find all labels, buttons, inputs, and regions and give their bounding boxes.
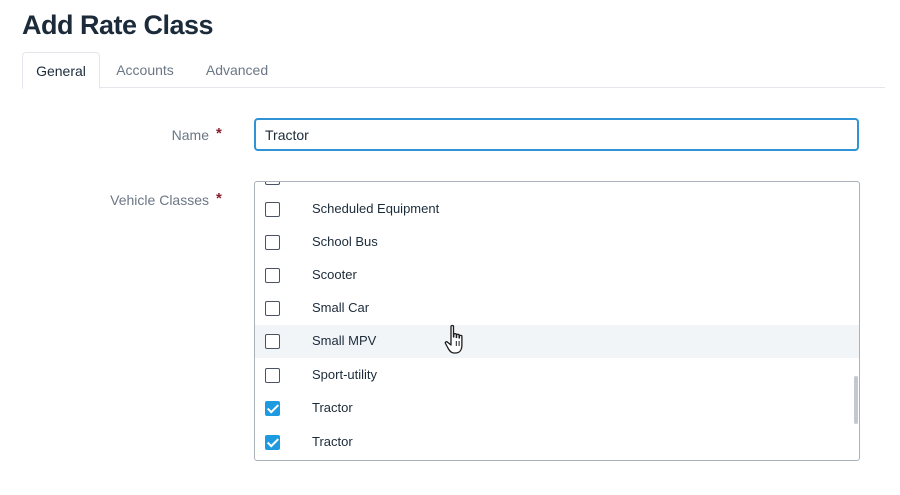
- list-item-label: Sport-utility: [312, 367, 378, 382]
- checkbox-checked[interactable]: [265, 401, 280, 416]
- checkbox[interactable]: [265, 235, 280, 250]
- list-item-sport-utility[interactable]: Sport-utility: [255, 359, 859, 392]
- list-item-label: Scheduled Equipment: [312, 201, 440, 216]
- list-item-label: Small MPV: [312, 333, 377, 348]
- name-required-mark: *: [216, 125, 222, 142]
- list-item-tractor[interactable]: Tractor: [255, 426, 859, 459]
- vehicle-classes-required-mark: *: [216, 190, 222, 207]
- checkbox-partial[interactable]: [265, 182, 280, 185]
- list-item-label: Tractor: [312, 400, 353, 415]
- checkbox[interactable]: [265, 202, 280, 217]
- list-item-school-bus[interactable]: School Bus: [255, 226, 859, 259]
- tab-advanced[interactable]: Advanced: [194, 52, 280, 88]
- list-item-label: Small Car: [312, 300, 370, 315]
- checkbox[interactable]: [265, 368, 280, 383]
- tab-bar: General Accounts Advanced: [22, 52, 885, 89]
- vehicle-classes-list[interactable]: Scheduled Equipment School Bus Scooter S…: [254, 181, 860, 461]
- name-label: Name: [171, 127, 209, 143]
- tab-general[interactable]: General: [22, 52, 100, 89]
- list-item-label: School Bus: [312, 234, 378, 249]
- checkbox[interactable]: [265, 301, 280, 316]
- vehicle-classes-label: Vehicle Classes: [110, 192, 209, 208]
- tab-accounts[interactable]: Accounts: [104, 52, 186, 88]
- page-title: Add Rate Class: [22, 10, 214, 40]
- name-input[interactable]: [254, 118, 859, 151]
- scrollbar-thumb[interactable]: [854, 376, 858, 424]
- checkbox[interactable]: [265, 334, 280, 349]
- list-item-tractor[interactable]: Tractor: [255, 392, 859, 425]
- list-item-label: Scooter: [312, 267, 357, 282]
- list-item-label: Tractor: [312, 434, 353, 449]
- list-item-scooter[interactable]: Scooter: [255, 259, 859, 292]
- list-item-small-car[interactable]: Small Car: [255, 292, 859, 325]
- list-item-scheduled-equipment[interactable]: Scheduled Equipment: [255, 193, 859, 226]
- checkbox[interactable]: [265, 268, 280, 283]
- checkbox-checked[interactable]: [265, 435, 280, 450]
- list-item-small-mpv[interactable]: Small MPV: [255, 325, 859, 358]
